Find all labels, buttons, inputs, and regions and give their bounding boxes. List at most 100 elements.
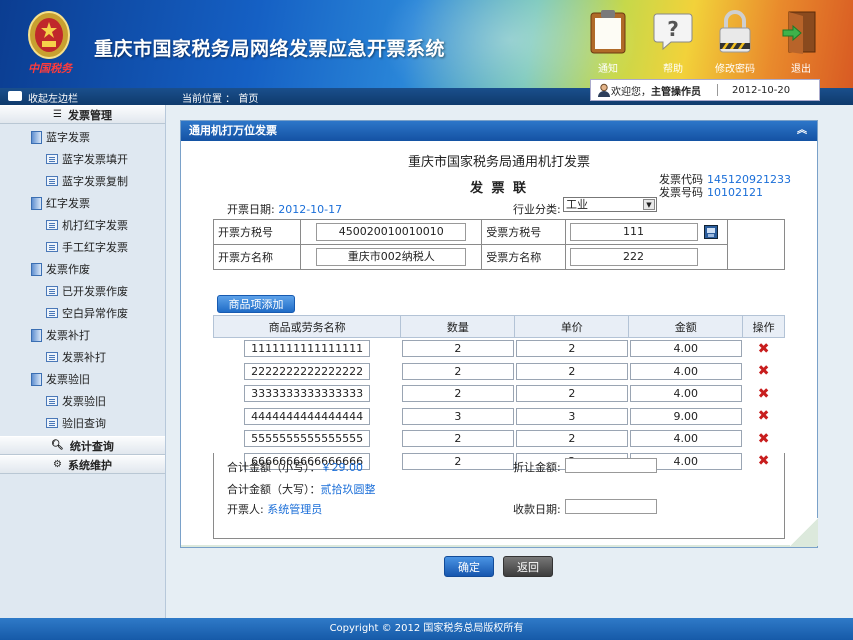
item-label: 发票补打 (62, 351, 106, 364)
issuer: 开票人: 系统管理员 (227, 501, 322, 517)
sidebar-section-invoice[interactable]: ☰ 发票管理 (0, 105, 165, 124)
item-amount-input[interactable]: 4.00 (629, 430, 742, 448)
search-icon: 🔍︎ (51, 440, 64, 451)
delete-icon[interactable]: ✖ (758, 431, 770, 447)
help-button[interactable]: ? 帮助 (643, 8, 703, 75)
sidebar-item-red-machine[interactable]: 机打红字发票 (0, 214, 165, 236)
delete-icon[interactable]: ✖ (758, 363, 770, 379)
collapse-panel-icon[interactable]: ︽ (797, 121, 807, 141)
item-label: 手工红字发票 (62, 241, 128, 254)
item-label: 验旧查询 (62, 417, 106, 430)
book-icon (31, 373, 42, 386)
sidebar-item-verify[interactable]: 发票验旧 (0, 390, 165, 412)
sidebar-group-void[interactable]: 发票作废 (0, 258, 165, 280)
change-password-label: 修改密码 (715, 64, 755, 75)
item-qty-input[interactable]: 2 (401, 362, 514, 380)
issue-date-label: 开票日期: (227, 203, 275, 216)
delete-icon[interactable]: ✖ (758, 341, 770, 357)
item-price-input[interactable]: 2 (515, 340, 628, 358)
document-icon (46, 286, 58, 296)
table-row: 5555555555555555 2 2 4.00 ✖ (213, 427, 785, 451)
item-name-input[interactable]: 2222222222222222 (244, 362, 371, 380)
table-row: 1111111111111111 2 2 4.00 ✖ (213, 337, 785, 361)
item-qty-input[interactable]: 2 (401, 430, 514, 448)
add-item-button[interactable]: 商品项添加 (217, 295, 295, 313)
sidebar-group-reprint[interactable]: 发票补打 (0, 324, 165, 346)
help-label: 帮助 (663, 64, 683, 75)
page-fold-decoration (790, 518, 818, 546)
sidebar-item-void-blank[interactable]: 空白异常作废 (0, 302, 165, 324)
invoice-number-label: 发票号码 (659, 186, 703, 199)
sidebar-item-red-manual[interactable]: 手工红字发票 (0, 236, 165, 258)
sidebar-item-void-issued[interactable]: 已开发票作废 (0, 280, 165, 302)
item-qty-input[interactable]: 2 (401, 385, 514, 403)
total-small: 合计金额（小写）：￥29.00 (227, 459, 363, 475)
sidebar-group-red-invoice[interactable]: 红字发票 (0, 192, 165, 214)
item-name-input[interactable]: 1111111111111111 (244, 340, 371, 358)
item-amount-input[interactable]: 4.00 (629, 385, 742, 403)
document-icon (46, 396, 58, 406)
item-price-input[interactable]: 2 (515, 362, 628, 380)
collapse-sidebar-link[interactable]: 收起左边栏 (28, 90, 78, 105)
sidebar-item-blue-issue[interactable]: 蓝字发票填开 (0, 148, 165, 170)
item-name-input[interactable]: 3333333333333333 (244, 385, 371, 403)
notice-label: 通知 (598, 64, 618, 75)
sidebar-item-verify-query[interactable]: 验旧查询 (0, 412, 165, 434)
back-button[interactable]: 返回 (503, 556, 553, 577)
table-row: 3333333333333333 2 2 4.00 ✖ (213, 382, 785, 406)
col-qty: 数量 (400, 315, 516, 338)
industry-select[interactable]: 工业 ▼ (563, 197, 657, 212)
item-amount-input[interactable]: 9.00 (629, 407, 742, 425)
footer: Copyright © 2012 国家税务总局版权所有 (0, 618, 853, 640)
discount-input[interactable] (565, 458, 657, 473)
sidebar-item-reprint[interactable]: 发票补打 (0, 346, 165, 368)
panel-header: 通用机打万位发票 ︽ (181, 121, 817, 141)
item-price-input[interactable]: 3 (515, 407, 628, 425)
receipt-date-input[interactable] (565, 499, 657, 514)
invoice-title: 重庆市国家税务局通用机打发票 (407, 155, 590, 170)
chevron-down-icon: ▼ (643, 199, 655, 210)
logout-button[interactable]: 退出 (771, 8, 831, 75)
group-label: 发票作废 (46, 263, 90, 276)
items-table: 商品或劳务名称 数量 单价 金额 操作 1111111111111111 2 2… (212, 315, 785, 473)
current-user: 主管操作员 (651, 86, 701, 98)
confirm-button[interactable]: 确定 (444, 556, 494, 577)
sidebar-section-system[interactable]: ⚙ 系统维护 (0, 455, 165, 474)
sidebar-section-stats[interactable]: 🔍︎ 统计查询 (0, 436, 165, 455)
payer-name-input[interactable]: 重庆市002纳税人 (316, 248, 467, 266)
sidebar-group-blue-invoice[interactable]: 蓝字发票 (0, 126, 165, 148)
payer-tax-input[interactable]: 450020010010010 (316, 223, 467, 241)
section-label: 系统维护 (67, 458, 112, 472)
item-price-input[interactable]: 2 (515, 385, 628, 403)
invoice-paper: 重庆市国家税务局通用机打发票 发 票 联 发票代码 145120921233 发票… (181, 141, 818, 546)
notice-button[interactable]: 通知 (578, 8, 638, 75)
logout-label: 退出 (791, 64, 811, 75)
item-name-input[interactable]: 4444444444444444 (244, 407, 371, 425)
payee-tax-input[interactable]: 111 (569, 223, 698, 241)
item-name-input[interactable]: 5555555555555555 (244, 430, 371, 448)
sidebar-item-blue-copy[interactable]: 蓝字发票复制 (0, 170, 165, 192)
list-icon: ☰ (53, 109, 62, 120)
payer-tax-label: 开票方税号 (212, 219, 302, 245)
item-qty-input[interactable]: 3 (401, 407, 514, 425)
item-label: 空白异常作废 (62, 307, 128, 320)
sidebar-group-verify[interactable]: 发票验旧 (0, 368, 165, 390)
item-amount-input[interactable]: 4.00 (629, 340, 742, 358)
collapse-icon[interactable] (8, 91, 22, 101)
item-amount-input[interactable]: 4.00 (629, 362, 742, 380)
invoice-number-value: 10102121 (707, 186, 763, 199)
change-password-button[interactable]: 修改密码 (705, 8, 765, 75)
col-amount: 金额 (628, 315, 744, 338)
item-label: 蓝字发票复制 (62, 175, 128, 188)
party-info-table: 开票方税号 450020010010010 受票方税号 111 开票方名称 重庆… (212, 219, 785, 270)
payee-name-label: 受票方名称 (481, 244, 566, 270)
lookup-icon[interactable] (704, 225, 719, 239)
item-price-input[interactable]: 2 (515, 430, 628, 448)
item-qty-input[interactable]: 2 (401, 340, 514, 358)
delete-icon[interactable]: ✖ (758, 386, 770, 402)
payee-name-input[interactable]: 222 (569, 248, 698, 266)
panel-title: 通用机打万位发票 (189, 124, 277, 137)
issue-date-value: 2012-10-17 (278, 203, 343, 216)
document-icon (46, 308, 58, 318)
delete-icon[interactable]: ✖ (758, 408, 770, 424)
